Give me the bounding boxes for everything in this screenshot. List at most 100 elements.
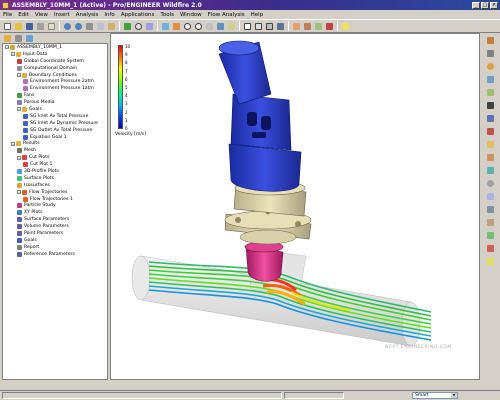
expand-toggle-icon[interactable]: − [11,141,15,146]
tree-item[interactable]: 3D-Profile Plots [3,168,107,175]
shading-button[interactable] [275,21,285,31]
trim-tool-icon[interactable] [486,126,496,136]
tree-item[interactable]: Particle Study [3,202,107,209]
tree-item[interactable]: Report [3,244,107,251]
tree-item[interactable]: Environment Pressure 1atm [3,85,107,92]
draft-tool-icon[interactable] [486,217,496,227]
tree-filter-button[interactable] [24,33,34,43]
datum-tool-icon[interactable] [486,256,496,266]
chamfer-tool-icon[interactable] [486,87,496,97]
arc-tool-icon[interactable] [486,61,496,71]
maximize-icon[interactable]: □ [481,1,489,9]
expand-toggle-icon[interactable]: − [17,107,21,112]
tree-item[interactable]: Equation Goal 1 [3,134,107,141]
no-hidden-button[interactable] [264,21,274,31]
email-button[interactable] [46,21,56,31]
expand-toggle-icon[interactable]: − [17,155,21,160]
select-filter-button[interactable] [144,21,154,31]
tree-item[interactable]: Cut Plot 1 [3,161,107,168]
expand-toggle-icon[interactable]: − [17,73,21,77]
tree-item[interactable]: Flow Trajectories 1 [3,196,107,203]
tree-settings-button[interactable] [13,33,23,43]
menu-insert[interactable]: Insert [54,12,70,18]
expand-toggle-icon[interactable]: − [17,190,21,195]
extrude-tool-icon[interactable] [486,139,496,149]
datum-points-button[interactable] [313,21,323,31]
fillet-tool-icon[interactable] [486,74,496,84]
round-tool-icon[interactable] [486,230,496,240]
tree-item[interactable]: − Flow Trajectories [3,189,107,196]
tree-item[interactable]: Fans [3,92,107,99]
hole-tool-icon[interactable] [486,178,496,188]
tree-item[interactable]: Global Coordinate System [3,58,107,65]
tree-item[interactable]: Isosurfaces [3,182,107,189]
sketch-tool-icon[interactable] [486,35,496,45]
menu-info[interactable]: Info [104,12,114,18]
selection-filter-dropdown[interactable]: Smart ▼ [412,392,458,399]
expand-toggle-icon[interactable]: − [11,52,15,57]
revolve-tool-icon[interactable] [486,152,496,162]
menu-tools[interactable]: Tools [160,12,174,18]
tree-item[interactable]: − Cut Plots [3,154,107,161]
close-icon[interactable]: × [490,1,498,9]
paste-button[interactable] [106,21,116,31]
menu-file[interactable]: File [3,12,12,18]
sweep-tool-icon[interactable] [486,165,496,175]
save-button[interactable] [24,21,34,31]
line-tool-icon[interactable] [486,48,496,58]
tree-item[interactable]: Point Parameters [3,230,107,237]
minimize-icon[interactable]: _ [472,1,480,9]
tree-item[interactable]: Surface Parameters [3,216,107,223]
menu-edit[interactable]: Edit [18,12,29,18]
tree-item[interactable]: − Boundary Conditions [3,72,107,79]
tree-item[interactable]: Environment Pressure 2atm [3,78,107,85]
refit-button[interactable] [204,21,214,31]
undo-button[interactable] [62,21,72,31]
menu-flow-analysis[interactable]: Flow Analysis [208,12,245,18]
saved-views-button[interactable] [215,21,225,31]
new-file-button[interactable] [2,21,12,31]
tree-item[interactable]: − Results [3,140,107,147]
wireframe-button[interactable] [242,21,252,31]
copy-button[interactable] [95,21,105,31]
context-help-button[interactable] [340,21,350,31]
tree-item[interactable]: Volume Parameters [3,223,107,230]
tree-show-button[interactable] [2,33,12,43]
redo-button[interactable] [73,21,83,31]
tree-item[interactable]: SG Inlet Av Dynamic Pressure [3,120,107,127]
menu-view[interactable]: View [35,12,48,18]
rib-tool-icon[interactable] [486,204,496,214]
print-button[interactable] [35,21,45,31]
tree-item[interactable]: − ASSEMBLY_10MM_1 [3,44,107,51]
menu-window[interactable]: Window [180,12,202,18]
menu-applications[interactable]: Applications [121,12,155,18]
zoom-in-icon[interactable] [182,21,192,31]
orient-button[interactable] [171,21,181,31]
tree-item[interactable]: Surface Plots [3,175,107,182]
expand-toggle-icon[interactable]: − [5,45,9,50]
tree-item[interactable]: Computational Domain [3,65,107,72]
regenerate-button[interactable] [122,21,132,31]
text-tool-icon[interactable] [486,100,496,110]
tree-item[interactable]: SG Outlet Av Total Pressure [3,127,107,134]
pattern-tool-icon[interactable] [486,243,496,253]
zoom-out-icon[interactable] [193,21,203,31]
tree-item[interactable]: Reference Parameters [3,251,107,258]
shell-tool-icon[interactable] [486,191,496,201]
search-icon[interactable] [133,21,143,31]
tree-item[interactable]: SG Inlet Av Total Pressure [3,113,107,120]
tree-item[interactable]: XY Plots [3,209,107,216]
tree-item[interactable]: − Input Data [3,51,107,58]
coord-sys-button[interactable] [324,21,334,31]
repaint-button[interactable] [160,21,170,31]
mirror-tool-icon[interactable] [486,113,496,123]
tree-item[interactable]: Porous Media [3,99,107,106]
menu-help[interactable]: Help [251,12,264,18]
hidden-line-button[interactable] [253,21,263,31]
tree-item[interactable]: Mesh [3,147,107,154]
layers-button[interactable] [226,21,236,31]
open-file-button[interactable] [13,21,23,31]
datum-planes-button[interactable] [291,21,301,31]
tree-item[interactable]: − Goals [3,106,107,113]
cut-button[interactable] [84,21,94,31]
